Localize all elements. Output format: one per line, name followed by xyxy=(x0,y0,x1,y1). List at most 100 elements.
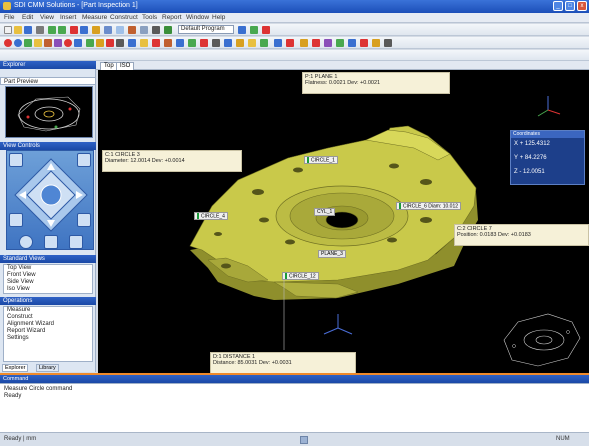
close-button[interactable]: x xyxy=(577,1,587,11)
check-icon[interactable] xyxy=(250,26,258,34)
pan-icon[interactable] xyxy=(212,39,220,47)
menu-file[interactable]: File xyxy=(4,14,14,21)
distance-icon[interactable] xyxy=(86,39,94,47)
feature-tag[interactable]: CIRCLE_12 xyxy=(282,272,319,281)
measure-icon[interactable] xyxy=(128,26,136,34)
pan-button[interactable] xyxy=(9,213,23,227)
feature-tag[interactable]: CYL_1 xyxy=(314,208,336,216)
shade-icon[interactable] xyxy=(260,39,268,47)
list-item[interactable]: Settings xyxy=(4,335,92,342)
tool-d-icon[interactable] xyxy=(336,39,344,47)
list-item[interactable]: Iso View xyxy=(4,286,92,293)
print-icon[interactable] xyxy=(36,26,44,34)
point-icon[interactable] xyxy=(4,39,12,47)
redo-icon[interactable] xyxy=(58,26,66,34)
menu-tools[interactable]: Tools xyxy=(142,14,157,21)
wire-icon[interactable] xyxy=(274,39,282,47)
move-icon[interactable] xyxy=(188,39,196,47)
snap-icon[interactable] xyxy=(224,39,232,47)
angle-icon[interactable] xyxy=(96,39,104,47)
circle-icon[interactable] xyxy=(14,39,22,47)
menu-insert[interactable]: Insert xyxy=(60,14,76,21)
settings-icon[interactable] xyxy=(92,26,100,34)
home-view-button[interactable] xyxy=(19,235,33,249)
tab-library[interactable]: Library xyxy=(36,364,59,372)
program-select[interactable]: Default Program xyxy=(178,25,234,34)
delete-icon[interactable] xyxy=(262,26,270,34)
reset-view-button[interactable] xyxy=(69,235,83,249)
tool-h-icon[interactable] xyxy=(384,39,392,47)
minimize-button[interactable]: _ xyxy=(553,1,563,11)
view-navigation-control[interactable] xyxy=(6,150,94,250)
list-item[interactable]: Side View xyxy=(4,279,92,286)
callout-plane[interactable]: P:1 PLANE 1 Flatness: 0.0021 Dev: +0.002… xyxy=(302,72,450,94)
grid-icon[interactable] xyxy=(116,26,124,34)
feature-tag[interactable]: CIRCLE_1 xyxy=(304,156,338,165)
align-icon[interactable] xyxy=(128,39,136,47)
slot-icon[interactable] xyxy=(74,39,82,47)
callout-circle-3[interactable]: C:1 CIRCLE 3 Diameter: 12.0014 Dev: +0.0… xyxy=(102,150,242,172)
list-item[interactable]: Construct xyxy=(4,314,92,321)
list-item[interactable]: Measure xyxy=(4,307,92,314)
sphere-icon[interactable] xyxy=(64,39,72,47)
clear-icon[interactable] xyxy=(152,39,160,47)
feature-tag[interactable]: CIRCLE_4 xyxy=(194,212,228,221)
maximize-button[interactable]: □ xyxy=(565,1,575,11)
part-preview-thumbnail[interactable] xyxy=(5,86,93,138)
3d-viewport[interactable]: P:1 PLANE 1 Flatness: 0.0021 Dev: +0.002… xyxy=(98,70,589,375)
menu-report[interactable]: Report xyxy=(162,14,182,21)
tool-f-icon[interactable] xyxy=(360,39,368,47)
play-icon[interactable] xyxy=(80,26,88,34)
fit-view-button[interactable] xyxy=(44,235,58,249)
position-icon[interactable] xyxy=(106,39,114,47)
horizontal-scrollbar-thumb[interactable] xyxy=(300,436,308,444)
command-output[interactable]: Measure Circle command Ready xyxy=(0,383,589,432)
feature-tag[interactable]: PLANE_3 xyxy=(318,250,346,258)
tab-explorer[interactable]: Explorer xyxy=(2,364,29,372)
zoom-in-button[interactable] xyxy=(77,153,91,167)
list-item[interactable]: Alignment Wizard xyxy=(4,321,92,328)
list-item[interactable]: Report Wizard xyxy=(4,328,92,335)
stop-icon[interactable] xyxy=(70,26,78,34)
tool-b-icon[interactable] xyxy=(312,39,320,47)
rotate-icon[interactable] xyxy=(200,39,208,47)
report-icon[interactable] xyxy=(140,39,148,47)
list-item[interactable]: Front View xyxy=(4,272,92,279)
line-icon[interactable] xyxy=(24,39,32,47)
rotate-left-button[interactable] xyxy=(9,153,23,167)
view-icon[interactable] xyxy=(140,26,148,34)
cylinder-icon[interactable] xyxy=(44,39,52,47)
list-item[interactable]: Top View xyxy=(4,265,92,272)
run-icon[interactable] xyxy=(238,26,246,34)
tool-e-icon[interactable] xyxy=(348,39,356,47)
menu-measure[interactable]: Measure xyxy=(82,14,107,21)
cross-icon[interactable] xyxy=(164,39,172,47)
feature-tag[interactable]: CIRCLE_6 Diam: 10.012 xyxy=(396,202,462,211)
save-icon[interactable] xyxy=(24,26,32,34)
tool-a-icon[interactable] xyxy=(300,39,308,47)
menu-view[interactable]: View xyxy=(40,14,54,21)
tool-c-icon[interactable] xyxy=(324,39,332,47)
probe-icon[interactable] xyxy=(104,26,112,34)
plane-icon[interactable] xyxy=(34,39,42,47)
flatness-icon[interactable] xyxy=(116,39,124,47)
open-icon[interactable] xyxy=(14,26,22,34)
layer-icon[interactable] xyxy=(236,39,244,47)
tab-iso[interactable]: ISO xyxy=(116,62,135,70)
menu-construct[interactable]: Construct xyxy=(110,14,138,21)
tool-g-icon[interactable] xyxy=(372,39,380,47)
new-icon[interactable] xyxy=(4,26,12,34)
callout-circle-7[interactable]: C:2 CIRCLE 7 Position: 0.0183 Dev: +0.01… xyxy=(454,224,589,246)
light-icon[interactable] xyxy=(248,39,256,47)
menu-help[interactable]: Help xyxy=(212,14,225,21)
zoom-icon[interactable] xyxy=(152,26,160,34)
axis-icon[interactable] xyxy=(176,39,184,47)
callout-distance[interactable]: D:1 DISTANCE 1 Distance: 85.0031 Dev: +0… xyxy=(210,352,356,374)
fit-icon[interactable] xyxy=(164,26,172,34)
menu-edit[interactable]: Edit xyxy=(22,14,33,21)
zoom-out-button[interactable] xyxy=(77,213,91,227)
menu-window[interactable]: Window xyxy=(186,14,209,21)
section-icon[interactable] xyxy=(286,39,294,47)
cone-icon[interactable] xyxy=(54,39,62,47)
undo-icon[interactable] xyxy=(48,26,56,34)
